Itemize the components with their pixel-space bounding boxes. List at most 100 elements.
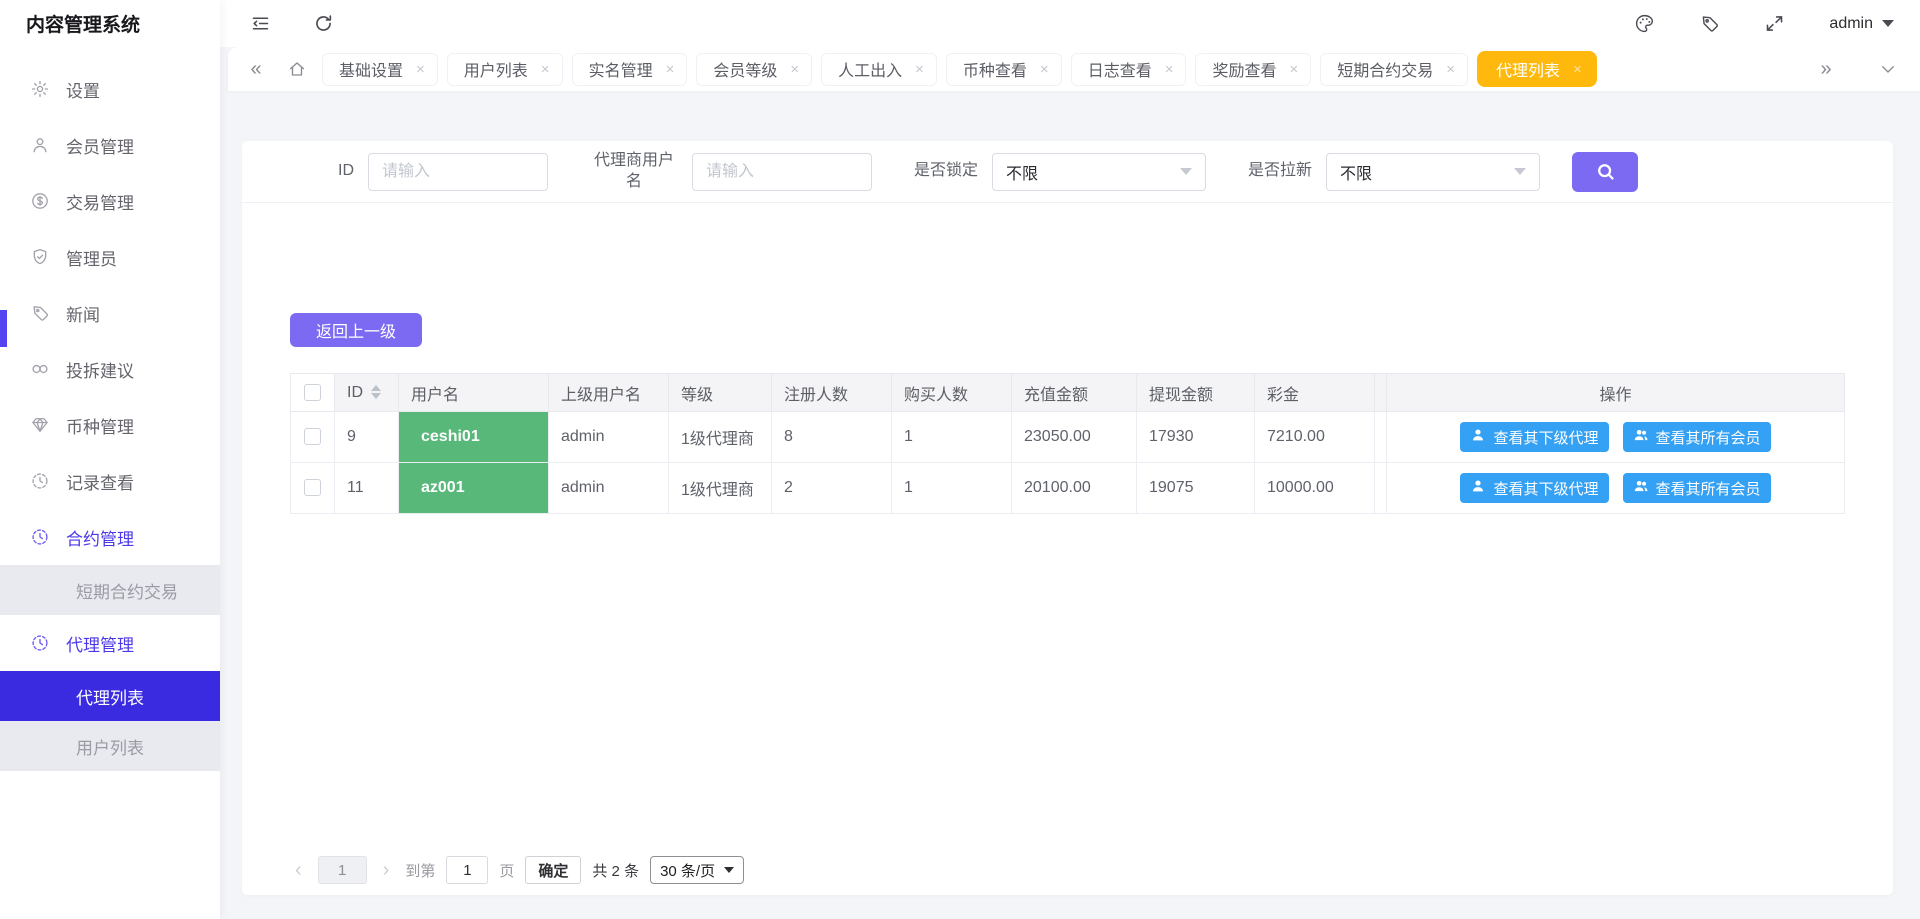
sidebar: 内容管理系统 设置会员管理交易管理管理员新闻投拆建议币种管理记录查看合约管理短期… xyxy=(0,0,220,919)
sidebar-item-settings[interactable]: 设置 xyxy=(0,61,220,117)
column-header: 上级用户名 xyxy=(549,374,669,412)
tab-label: 实名管理 xyxy=(589,57,653,81)
pagination: ‹ 1 › 到第 页 确定 共 2 条 30 条/页 xyxy=(290,856,1845,884)
tab-short-term-contract-trade[interactable]: 短期合约交易× xyxy=(1320,53,1468,86)
tab-close-icon[interactable]: × xyxy=(1573,61,1582,78)
user-menu[interactable]: admin xyxy=(1829,15,1894,33)
total-count-label: 共 2 条 xyxy=(592,860,639,881)
filter-is-pull-new-select[interactable]: 不限 xyxy=(1326,153,1540,191)
cell-id: 11 xyxy=(335,463,399,514)
sidebar-item-currency-management[interactable]: 币种管理 xyxy=(0,397,220,453)
topbar-right: admin xyxy=(1634,13,1894,34)
tabs-scroll-left-button[interactable]: « xyxy=(240,53,272,85)
link-icon xyxy=(30,359,50,379)
refresh-icon[interactable] xyxy=(313,13,334,34)
sidebar-item-contract-management[interactable]: 合约管理 xyxy=(0,509,220,565)
cell-bonus: 10000.00 xyxy=(1255,463,1375,514)
tab-user-list[interactable]: 用户列表× xyxy=(447,53,563,86)
action-button-label: 查看其所有会员 xyxy=(1656,478,1761,499)
tab-label: 会员等级 xyxy=(713,57,777,81)
page-prev-button[interactable]: ‹ xyxy=(290,860,307,880)
tab-close-icon[interactable]: × xyxy=(1040,61,1049,78)
sidebar-item-member-management[interactable]: 会员管理 xyxy=(0,117,220,173)
page-next-button[interactable]: › xyxy=(378,860,395,880)
goto-page-input[interactable] xyxy=(446,856,488,884)
cell-level: 1级代理商 xyxy=(669,412,772,463)
tab-close-icon[interactable]: × xyxy=(1165,61,1174,78)
search-button[interactable] xyxy=(1572,152,1638,192)
tab-close-icon[interactable]: × xyxy=(416,61,425,78)
tab-close-icon[interactable]: × xyxy=(790,61,799,78)
tab-log-view[interactable]: 日志查看× xyxy=(1071,53,1187,86)
collapse-sidebar-icon[interactable] xyxy=(250,13,271,34)
sidebar-subitem-user-list[interactable]: 用户列表 xyxy=(0,721,220,771)
sidebar-item-trade-management[interactable]: 交易管理 xyxy=(0,173,220,229)
tab-reward-view[interactable]: 奖励查看× xyxy=(1195,53,1311,86)
tabs-scroll-right-button[interactable]: » xyxy=(1810,53,1842,85)
sidebar-subitem-short-term-contract-trade[interactable]: 短期合约交易 xyxy=(0,565,220,615)
view-all-members-button[interactable]: 查看其所有会员 xyxy=(1623,422,1771,452)
tab-close-icon[interactable]: × xyxy=(1446,61,1455,78)
sidebar-item-news[interactable]: 新闻 xyxy=(0,285,220,341)
sidebar-menu: 设置会员管理交易管理管理员新闻投拆建议币种管理记录查看合约管理短期合约交易代理管… xyxy=(0,47,220,771)
cell-bonus: 7210.00 xyxy=(1255,412,1375,463)
view-all-members-button[interactable]: 查看其所有会员 xyxy=(1623,473,1771,503)
people-icon xyxy=(1633,427,1649,447)
page-size-select[interactable]: 30 条/页 xyxy=(650,856,744,884)
filter-id: ID xyxy=(338,153,548,191)
goto-confirm-button[interactable]: 确定 xyxy=(525,856,581,884)
tab-close-icon[interactable]: × xyxy=(915,61,924,78)
sidebar-item-complaint-suggestion[interactable]: 投拆建议 xyxy=(0,341,220,397)
sidebar-item-administrator[interactable]: 管理员 xyxy=(0,229,220,285)
sidebar-scrollbar-thumb[interactable] xyxy=(0,310,7,347)
tab-currency-view[interactable]: 币种查看× xyxy=(946,53,1062,86)
main-card: ID 代理商用户名 是否锁定 不限 xyxy=(242,141,1893,895)
tag-icon[interactable] xyxy=(1699,13,1720,34)
sidebar-item-agent-management[interactable]: 代理管理 xyxy=(0,615,220,671)
theme-palette-icon[interactable] xyxy=(1634,13,1655,34)
sidebar-item-record-view[interactable]: 记录查看 xyxy=(0,453,220,509)
cell-buyer-count: 1 xyxy=(892,412,1012,463)
filter-is-locked-select[interactable]: 不限 xyxy=(992,153,1206,191)
view-sub-agents-button[interactable]: 查看其下级代理 xyxy=(1460,422,1608,452)
goto-page-prefix: 到第 xyxy=(405,860,435,881)
tab-realname-management[interactable]: 实名管理 × xyxy=(572,53,688,86)
table-header: ID用户名上级用户名等级注册人数购买人数充值金额提现金额彩金操作 xyxy=(291,374,1845,412)
view-sub-agents-button[interactable]: 查看其下级代理 xyxy=(1460,473,1608,503)
fullscreen-icon[interactable] xyxy=(1764,13,1785,34)
tab-close-icon[interactable]: × xyxy=(666,61,675,78)
tab-member-level[interactable]: 会员等级 × xyxy=(696,53,812,86)
sort-icon[interactable] xyxy=(371,385,381,399)
sidebar-item-label: 记录查看 xyxy=(66,469,134,494)
tab-manual-in-out[interactable]: 人工出入× xyxy=(821,53,937,86)
tab-close-icon[interactable]: × xyxy=(1289,61,1298,78)
tab-close-icon[interactable]: × xyxy=(541,61,550,78)
row-checkbox[interactable] xyxy=(304,428,321,445)
select-all-checkbox[interactable] xyxy=(304,384,321,401)
tabs-menu-chevron-icon[interactable] xyxy=(1872,53,1904,85)
back-to-parent-button[interactable]: 返回上一级 xyxy=(290,313,422,347)
filter-agent-username-input[interactable] xyxy=(692,153,872,191)
search-icon xyxy=(1595,161,1616,182)
action-button-label: 查看其下级代理 xyxy=(1493,478,1598,499)
caret-down-icon xyxy=(1882,20,1894,27)
row-checkbox[interactable] xyxy=(304,479,321,496)
row-select-cell xyxy=(291,412,335,463)
filter-id-input[interactable] xyxy=(368,153,548,191)
column-header: 购买人数 xyxy=(892,374,1012,412)
home-tab-icon[interactable] xyxy=(281,53,313,85)
sidebar-subitem-label: 用户列表 xyxy=(76,734,144,759)
sidebar-subitem-agent-list[interactable]: 代理列表 xyxy=(0,671,220,721)
tab-agent-list[interactable]: 代理列表× xyxy=(1477,51,1597,87)
tabbar: « 基础设置×用户列表×实名管理×会员等级×人工出入×币种查看×日志查看×奖励查… xyxy=(228,47,1920,91)
filter-is-pull-new-label: 是否拉新 xyxy=(1248,161,1312,182)
cell-recharge-amount: 23050.00 xyxy=(1012,412,1137,463)
sidebar-item-label: 新闻 xyxy=(66,301,100,326)
page-number-current[interactable]: 1 xyxy=(318,856,367,884)
cell-withdraw-amount: 17930 xyxy=(1137,412,1255,463)
column-header: 用户名 xyxy=(399,374,549,412)
sidebar-item-label: 合约管理 xyxy=(66,525,134,550)
sidebar-subitem-label: 代理列表 xyxy=(76,684,144,709)
tab-basic-settings[interactable]: 基础设置× xyxy=(322,53,438,86)
cell-id: 9 xyxy=(335,412,399,463)
